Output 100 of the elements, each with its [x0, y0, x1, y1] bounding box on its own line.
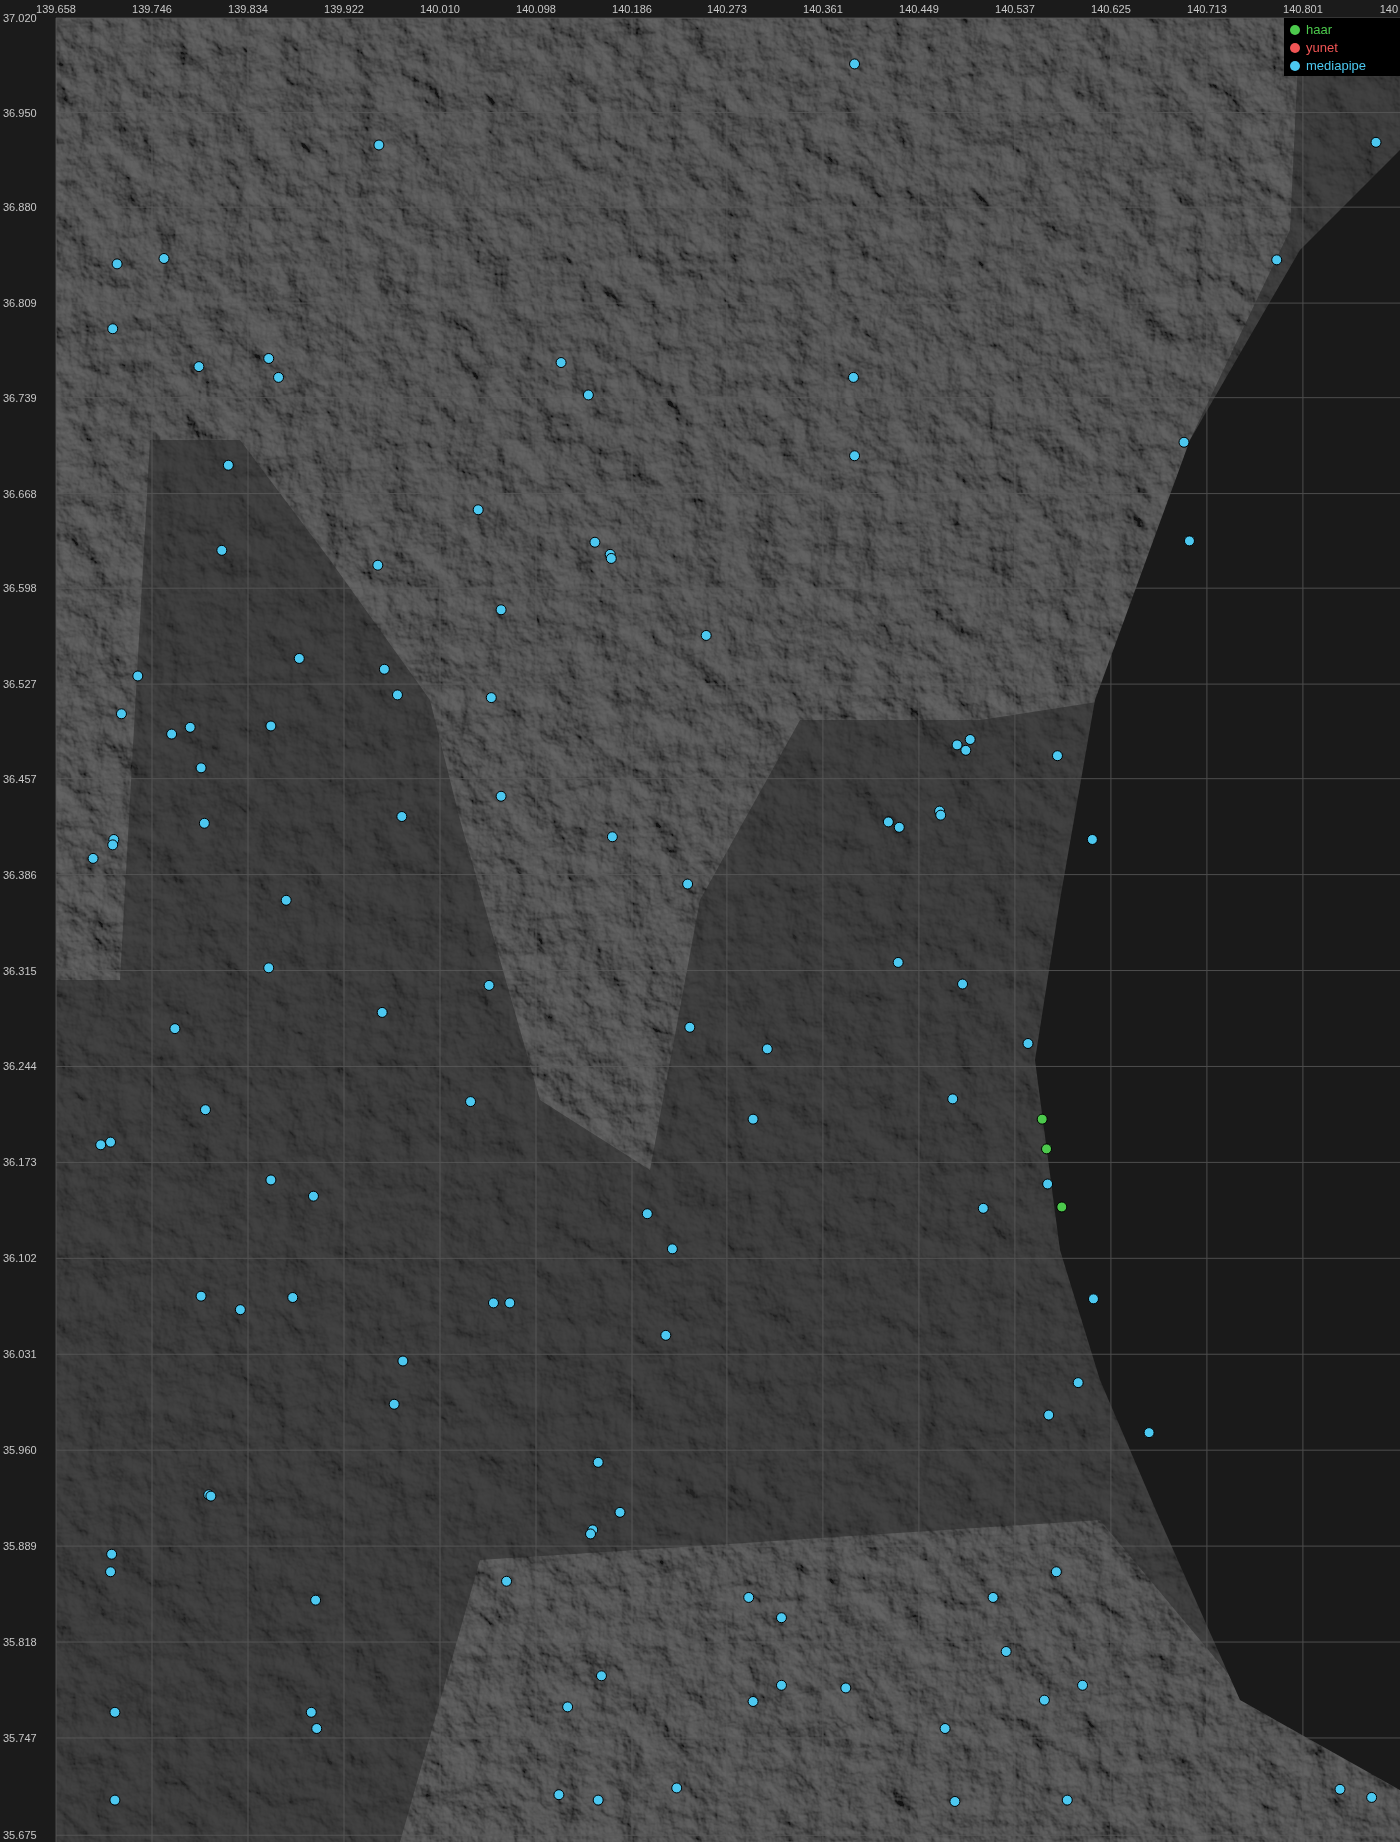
axis-label: 36.102 [3, 1252, 37, 1265]
data-point [1000, 1646, 1012, 1657]
data-point [882, 816, 894, 828]
data-point [1072, 1377, 1084, 1389]
data-point [495, 790, 507, 802]
axis-label: 140.273 [707, 3, 747, 15]
data-point [935, 809, 947, 821]
data-point [184, 721, 196, 733]
data-point [1061, 1794, 1073, 1806]
data-point [775, 1679, 787, 1691]
data-point [562, 1701, 574, 1713]
axis-label: 140 [1379, 3, 1398, 15]
data-point [957, 978, 969, 990]
axis-label: 139.834 [228, 3, 268, 15]
axis-label: 140.098 [516, 3, 556, 15]
data-point [195, 1290, 207, 1302]
data-point [592, 1794, 604, 1806]
data-point [310, 1594, 322, 1606]
data-point [1022, 1038, 1034, 1049]
data-point [939, 1723, 951, 1734]
data-point [847, 371, 859, 383]
data-point [107, 323, 119, 335]
data-point [483, 979, 495, 991]
data-point [487, 1297, 499, 1309]
data-point [115, 708, 127, 720]
data-point [964, 734, 976, 745]
data-point [1183, 535, 1195, 547]
data-point [111, 258, 123, 270]
data-point [166, 728, 178, 740]
axis-label: 36.527 [3, 678, 37, 691]
axis-label: 35.747 [3, 1731, 37, 1744]
data-point [775, 1612, 787, 1624]
data-point [193, 361, 205, 373]
data-point [700, 629, 712, 641]
data-point [1050, 1566, 1062, 1578]
data-point [553, 1789, 565, 1801]
axis-label: 36.173 [3, 1156, 37, 1169]
axis-label: 36.668 [3, 487, 37, 500]
data-point [373, 139, 385, 151]
axis-label: 140.713 [1187, 3, 1227, 15]
data-point [485, 692, 497, 704]
axis-label: 140.625 [1091, 3, 1131, 15]
data-point [949, 1795, 961, 1807]
data-point [605, 552, 617, 564]
data-point [307, 1190, 319, 1202]
data-point [614, 1506, 626, 1518]
data-point [849, 450, 861, 462]
axis-label: 140.801 [1283, 3, 1323, 15]
data-point [747, 1696, 759, 1707]
data-point [893, 821, 905, 833]
data-point [606, 831, 618, 843]
data-point [947, 1093, 959, 1105]
legend-label: yunet [1306, 39, 1338, 56]
data-point [1143, 1427, 1155, 1439]
data-point [585, 1528, 597, 1540]
data-point [105, 1566, 117, 1578]
data-point [1042, 1178, 1054, 1190]
data-point [892, 956, 904, 968]
data-point [761, 1043, 773, 1055]
legend-label: haar [1306, 21, 1333, 38]
data-point [198, 817, 210, 829]
data-point [582, 389, 594, 401]
axis-label: 36.880 [3, 201, 37, 214]
data-point [743, 1591, 755, 1603]
data-point [109, 1794, 121, 1806]
data-point [273, 371, 285, 383]
data-point [391, 689, 403, 701]
data-point [1077, 1679, 1089, 1691]
axis-label: 36.244 [3, 1060, 37, 1073]
axis-label: 139.922 [324, 3, 364, 15]
data-point [199, 1104, 211, 1116]
axis-label: 35.675 [3, 1829, 37, 1842]
data-point [1086, 834, 1098, 845]
axis-label: 140.186 [612, 3, 652, 15]
data-point [1271, 254, 1283, 266]
data-point [287, 1292, 299, 1303]
data-point [977, 1202, 989, 1214]
data-point [265, 720, 277, 732]
data-point [280, 894, 292, 906]
data-point [849, 58, 861, 70]
data-point [1056, 1201, 1068, 1213]
axis-label: 37.020 [3, 12, 37, 24]
data-point [397, 1355, 409, 1367]
data-point [747, 1113, 759, 1125]
data-point [396, 811, 408, 822]
data-point [472, 504, 484, 516]
data-point [1334, 1783, 1346, 1795]
data-point [595, 1670, 607, 1682]
axis-label: 139.746 [132, 3, 172, 15]
data-point [311, 1723, 323, 1734]
data-point [960, 744, 972, 756]
data-point [840, 1682, 852, 1694]
legend-label: mediapipe [1306, 57, 1366, 74]
axis-label: 139.658 [36, 3, 76, 15]
data-point [158, 253, 170, 264]
data-point [987, 1591, 999, 1603]
data-point [305, 1706, 317, 1718]
axis-label: 36.457 [3, 772, 37, 785]
data-point [684, 1021, 696, 1033]
data-point [388, 1398, 400, 1410]
